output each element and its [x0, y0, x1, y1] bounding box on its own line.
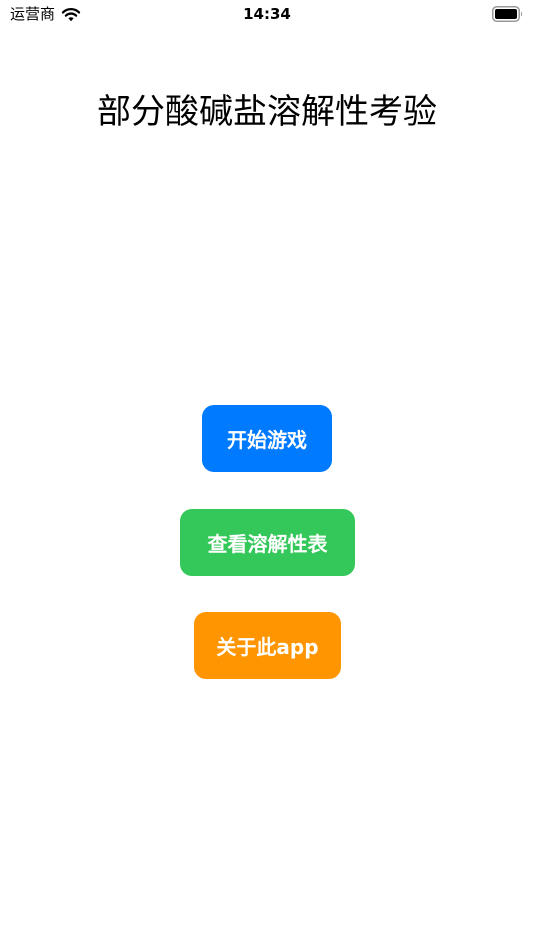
status-time: 14:34 [243, 5, 291, 23]
about-app-button[interactable]: 关于此app [194, 612, 341, 679]
start-game-button[interactable]: 开始游戏 [202, 405, 332, 472]
battery-icon [492, 6, 523, 22]
page-title: 部分酸碱盐溶解性考验 [97, 92, 437, 132]
status-bar: 运营商 14:34 [0, 0, 534, 30]
view-solubility-table-button[interactable]: 查看溶解性表 [180, 509, 355, 576]
